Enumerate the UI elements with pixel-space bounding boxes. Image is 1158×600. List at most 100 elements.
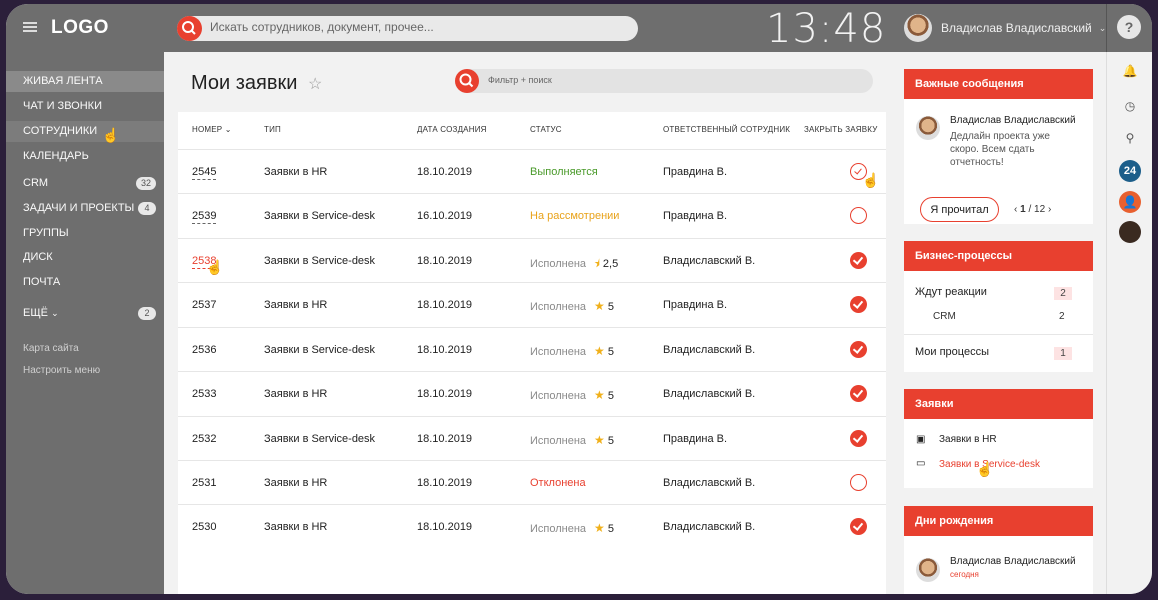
widget-title: Важные сообщения [904, 69, 1093, 99]
favorite-star-icon[interactable]: ☆ [308, 74, 322, 94]
close-request-checkbox[interactable] [850, 252, 867, 269]
filter-search[interactable] [455, 69, 873, 93]
sidebar-item-chat[interactable]: Чат и звонки [6, 96, 164, 117]
col-status[interactable]: Статус [530, 125, 562, 134]
sidebar-item-employees[interactable]: Сотрудники ☝ [6, 121, 164, 143]
search-icon[interactable] [455, 69, 479, 93]
avatar [916, 558, 940, 582]
logo[interactable]: LOGO [51, 17, 109, 39]
awaiting-reaction-link[interactable]: Ждут реакции [915, 286, 987, 298]
request-number-link[interactable]: 2531 [192, 477, 216, 489]
request-owner: Правдина В. [663, 166, 728, 178]
close-request-checkbox[interactable] [850, 385, 867, 402]
search-icon[interactable]: ⚲ [1119, 127, 1141, 149]
table-row[interactable]: 2539 Заявки в Service-desk 16.10.2019 На… [178, 193, 886, 237]
sidebar-item-mail[interactable]: Почта [6, 272, 164, 293]
col-owner[interactable]: Ответственный сотрудник [663, 125, 790, 134]
birthday-name[interactable]: Владислав Владиславский [950, 556, 1076, 567]
avatar[interactable] [1119, 221, 1141, 243]
help-button[interactable]: ? [1117, 15, 1141, 39]
mark-read-button[interactable]: Я прочитал [920, 197, 999, 222]
table-row[interactable]: 2545 Заявки в HR 18.10.2019 Выполняется … [178, 149, 886, 193]
request-type: Заявки в HR [264, 521, 328, 533]
star-icon: ★ [594, 344, 605, 358]
top-bar: LOGO 13:48 Владислав Владиславский ⌄ ? [6, 4, 1152, 52]
user-icon[interactable]: 👤 [1119, 191, 1141, 213]
close-request-checkbox[interactable] [850, 430, 867, 447]
request-number-link[interactable]: 2532 [192, 433, 216, 445]
my-processes-link[interactable]: Мои процессы [915, 346, 989, 358]
request-date: 18.10.2019 [417, 433, 473, 445]
request-type: Заявки в Service-desk [264, 344, 376, 356]
sidebar-item-feed[interactable]: Живая лента [6, 71, 164, 92]
bitrix24-icon[interactable]: 24 [1119, 160, 1141, 182]
table-row[interactable]: 2533 Заявки в HR 18.10.2019 Исполнена ★ 5 … [178, 371, 886, 415]
request-number-link[interactable]: 2536 [192, 344, 216, 356]
requests-table: Номер ⌄ Тип Дата создания Статус Ответст… [178, 112, 886, 594]
count-badge: 1 [1054, 347, 1072, 360]
request-type: Заявки в HR [264, 477, 328, 489]
status-badge: Исполнена [530, 390, 587, 402]
hr-requests-link[interactable]: Заявки в HR [939, 434, 997, 445]
sidebar-item-more[interactable]: Ещё ⌄ 2 [6, 303, 164, 324]
request-date: 18.10.2019 [417, 299, 473, 311]
chevron-right-icon[interactable]: › [1048, 204, 1051, 215]
search-icon[interactable] [177, 16, 202, 41]
rating-value: 5 [607, 390, 614, 402]
table-row[interactable]: 2538 ☝ Заявки в Service-desk 18.10.2019 … [178, 238, 886, 282]
sidebar-item-crm[interactable]: CRM 32 [6, 173, 164, 194]
col-type[interactable]: Тип [264, 125, 281, 134]
request-number-link[interactable]: 2545 [192, 166, 217, 180]
request-date: 18.10.2019 [417, 388, 473, 400]
sidebar-item-tasks[interactable]: Задачи и проекты 4 [6, 198, 164, 219]
table-row[interactable]: 2530 Заявки в HR 18.10.2019 Исполнена ★ 5 … [178, 504, 886, 548]
table-row[interactable]: 2531 Заявки в HR 18.10.2019 Отклонена Вл… [178, 460, 886, 504]
search-input[interactable] [210, 20, 620, 34]
request-date: 16.10.2019 [417, 210, 473, 222]
request-date: 18.10.2019 [417, 255, 473, 267]
request-type: Заявки в HR [264, 299, 328, 311]
sidebar-item-disk[interactable]: Диск [6, 247, 164, 268]
col-number[interactable]: Номер ⌄ [192, 125, 232, 134]
star-icon: ★ [594, 521, 605, 535]
request-number-link[interactable]: 2539 [192, 210, 217, 224]
hand-cursor-icon: ☝ [976, 461, 994, 477]
avatar [904, 14, 932, 42]
count-badge: 2 [1054, 287, 1072, 300]
request-number-link[interactable]: 2533 [192, 388, 216, 400]
sidebar-item-groups[interactable]: Группы [6, 223, 164, 244]
important-messages-widget: Важные сообщения Владислав Владиславский… [904, 69, 1093, 224]
close-request-checkbox[interactable] [850, 474, 867, 491]
widget-title: Бизнес-процессы [904, 241, 1093, 271]
menu-icon[interactable] [23, 22, 37, 32]
close-request-checkbox[interactable] [850, 341, 867, 358]
sidebar-item-calendar[interactable]: Календарь [6, 146, 164, 167]
configure-menu-link[interactable]: Настроить меню [23, 365, 100, 376]
table-row[interactable]: 2536 Заявки в Service-desk 18.10.2019 Ис… [178, 327, 886, 371]
table-row[interactable]: 2532 Заявки в Service-desk 18.10.2019 Ис… [178, 416, 886, 460]
request-owner: Владиславский В. [663, 255, 756, 267]
status-badge: Исполнена [530, 301, 587, 313]
close-request-checkbox[interactable] [850, 518, 867, 535]
bell-icon[interactable]: 🔔 [1119, 60, 1141, 82]
col-close[interactable]: Закрыть заявку [804, 125, 878, 134]
crm-process-link[interactable]: CRM [933, 311, 956, 322]
request-date: 18.10.2019 [417, 477, 473, 489]
table-row[interactable]: 2537 Заявки в HR 18.10.2019 Исполнена ★ 5 … [178, 282, 886, 326]
request-number-link[interactable]: 2537 [192, 299, 216, 311]
status-badge: На рассмотрении [530, 210, 620, 222]
filter-input[interactable] [488, 75, 848, 85]
close-request-checkbox[interactable] [850, 296, 867, 313]
chevron-left-icon[interactable]: ‹ [1014, 204, 1017, 215]
sitemap-link[interactable]: Карта сайта [23, 343, 79, 354]
col-date[interactable]: Дата создания [417, 125, 487, 134]
request-date: 18.10.2019 [417, 521, 473, 533]
global-search[interactable] [177, 16, 638, 41]
status-badge: Исполнена [530, 435, 587, 447]
count-badge: 32 [135, 177, 156, 190]
clock-icon[interactable]: ◷ [1119, 95, 1141, 117]
divider [904, 334, 1093, 335]
user-menu[interactable]: Владислав Владиславский ⌄ [904, 14, 1106, 42]
close-request-checkbox[interactable] [850, 207, 867, 224]
request-number-link[interactable]: 2530 [192, 521, 216, 533]
